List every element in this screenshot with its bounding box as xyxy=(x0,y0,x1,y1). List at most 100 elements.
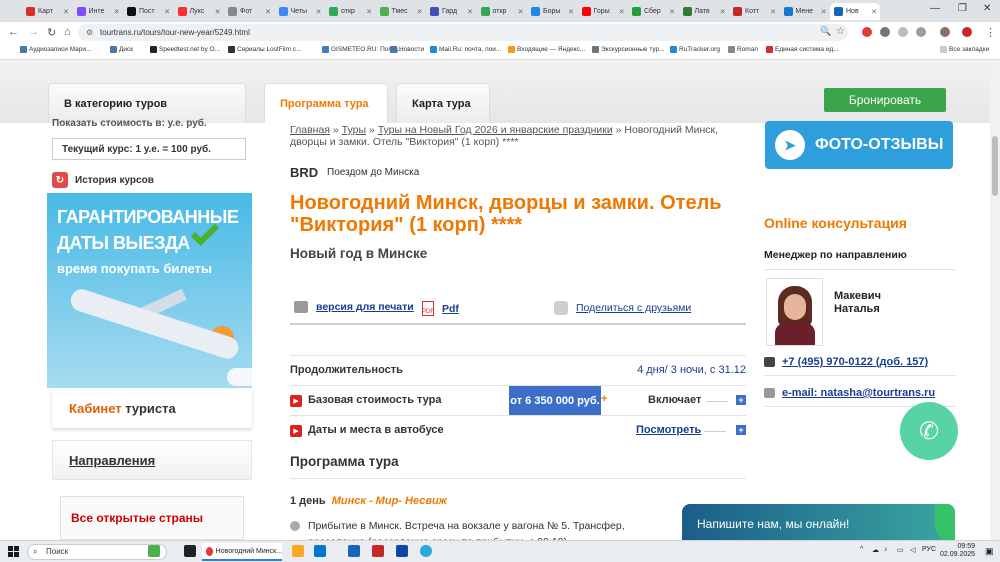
currency-switch[interactable]: Показать стоимость в: у.е. руб. xyxy=(52,118,207,129)
browser-tab[interactable]: откр ✕ xyxy=(477,3,527,20)
browser-tab[interactable]: Тмес ✕ xyxy=(376,3,426,20)
chat-widget[interactable]: Напишите нам, мы онлайн! xyxy=(682,504,955,540)
taskbar-chrome-app[interactable]: Новогодний Минск... xyxy=(202,543,282,561)
home-icon[interactable]: ⌂ xyxy=(64,26,71,38)
bookmark-item[interactable]: Единая система ид... xyxy=(766,46,839,53)
network-icon[interactable]: ☁ xyxy=(872,546,879,554)
call-button[interactable]: ✆ xyxy=(900,402,958,460)
photo-reviews-banner[interactable]: ➤ ФОТО-ОТЗЫВЫ xyxy=(765,121,953,169)
bookmark-item[interactable]: Speedtest.net by O... xyxy=(150,46,220,53)
bookmark-item[interactable]: Сериалы LostFilm с... xyxy=(228,46,301,53)
close-tab-icon[interactable]: ✕ xyxy=(518,8,524,16)
browser-tab[interactable]: Карт ✕ xyxy=(22,3,72,20)
url-field[interactable]: ⚙ tourtrans.ru/tours/tour-new-year/5249.… xyxy=(78,24,848,41)
breadcrumb-category[interactable]: Туры на Новый Год 2026 и январские празд… xyxy=(378,124,613,136)
print-version[interactable]: версия для печати xyxy=(294,301,414,313)
word-icon[interactable] xyxy=(348,545,360,557)
speaker-icon[interactable]: ◁ xyxy=(910,546,915,554)
view-dates-link[interactable]: Посмотреть xyxy=(636,424,701,436)
expand-included-icon[interactable]: + xyxy=(736,395,746,405)
pdf-link[interactable]: PDF Pdf xyxy=(422,301,459,316)
profile-avatar[interactable] xyxy=(962,27,972,37)
breadcrumb-tours[interactable]: Туры xyxy=(342,124,366,136)
bookmark-item[interactable]: Экскурсионные тур... xyxy=(592,46,665,53)
site-info-icon[interactable]: ⚙ xyxy=(86,24,93,41)
close-tab-icon[interactable]: ✕ xyxy=(366,8,372,16)
tab-program[interactable]: Программа тура xyxy=(264,83,388,123)
extension-icon[interactable] xyxy=(880,27,890,37)
directions-link[interactable]: Направления xyxy=(52,440,252,480)
breadcrumb-home[interactable]: Главная xyxy=(290,124,330,136)
browser-tab[interactable]: Котт ✕ xyxy=(729,3,779,20)
telegram-icon[interactable] xyxy=(420,545,432,557)
extension-icon[interactable] xyxy=(940,27,950,37)
extension-icon[interactable] xyxy=(916,27,926,37)
bookmark-item[interactable]: Новости xyxy=(390,46,424,53)
bookmark-item[interactable]: Roman xyxy=(728,46,758,53)
included-link[interactable]: Включает xyxy=(648,394,701,406)
volume-icon[interactable]: ♪ xyxy=(884,546,888,553)
close-tab-icon[interactable]: ✕ xyxy=(619,8,625,16)
clock[interactable]: 09:59 02.09.2025 xyxy=(940,543,975,559)
reload-icon[interactable]: ↻ xyxy=(47,26,56,39)
bookmark-item[interactable]: Входящие — Яндекс... xyxy=(508,46,585,53)
scrollbar-thumb[interactable] xyxy=(992,136,998,196)
weather-icon[interactable] xyxy=(148,545,160,557)
extension-icon[interactable] xyxy=(898,27,908,37)
bookmark-item[interactable]: Аудиозаписи Мари... xyxy=(20,46,91,53)
browser-tab[interactable]: Нов ✕ xyxy=(830,3,880,20)
bookmark-star-icon[interactable]: ☆ xyxy=(836,26,845,37)
close-tab-icon[interactable]: ✕ xyxy=(720,8,726,16)
browser-tab[interactable]: Фот ✕ xyxy=(224,3,274,20)
browser-tab[interactable]: Мене ✕ xyxy=(780,3,830,20)
browser-tab[interactable]: Латв ✕ xyxy=(679,3,729,20)
zoom-icon[interactable]: 🔍 xyxy=(820,26,831,37)
bookmark-item[interactable]: RuTracker.org xyxy=(670,46,720,53)
bookmark-item[interactable]: Mail.Ru: почта, пои... xyxy=(430,46,501,53)
browser-tab[interactable]: Лукс ✕ xyxy=(174,3,224,20)
close-tab-icon[interactable]: ✕ xyxy=(417,8,423,16)
task-view-icon[interactable] xyxy=(184,545,196,557)
close-tab-icon[interactable]: ✕ xyxy=(265,8,271,16)
close-tab-icon[interactable]: ✕ xyxy=(871,8,877,16)
tray-chevron-icon[interactable]: ^ xyxy=(860,546,863,553)
browser-tab[interactable]: Инте ✕ xyxy=(73,3,123,20)
page-scrollbar[interactable] xyxy=(990,60,1000,540)
close-tab-icon[interactable]: ✕ xyxy=(467,8,473,16)
tourist-cabinet[interactable]: Кабинет туриста xyxy=(52,388,252,428)
taskbar-search[interactable]: ⌕ Поиск xyxy=(27,544,167,560)
back-icon[interactable]: ← xyxy=(8,26,19,38)
close-tab-icon[interactable]: ✕ xyxy=(770,8,776,16)
pdf-app-icon[interactable] xyxy=(372,545,384,557)
explorer-icon[interactable] xyxy=(292,545,304,557)
close-tab-icon[interactable]: ✕ xyxy=(215,8,221,16)
guaranteed-dates-banner[interactable]: ГАРАНТИРОВАННЫЕ ДАТЫ ВЫЕЗДА время покупа… xyxy=(47,193,252,388)
browser-tab[interactable]: откр ✕ xyxy=(325,3,375,20)
bookmark-item[interactable]: Диск xyxy=(110,46,133,53)
extension-icon[interactable] xyxy=(862,27,872,37)
rate-history-link[interactable]: ↻ История курсов xyxy=(52,172,154,188)
close-tab-icon[interactable]: ✕ xyxy=(568,8,574,16)
browser-tab[interactable]: Пост ✕ xyxy=(123,3,173,20)
edge-icon[interactable] xyxy=(314,545,326,557)
close-tab-icon[interactable]: ✕ xyxy=(669,8,675,16)
close-tab-icon[interactable]: ✕ xyxy=(316,8,322,16)
close-tab-icon[interactable]: ✕ xyxy=(63,8,69,16)
share-link[interactable]: Поделиться с друзьями xyxy=(554,301,691,315)
browser-tab[interactable]: Боры ✕ xyxy=(527,3,577,20)
tab-map[interactable]: Карта тура xyxy=(396,83,490,123)
keyboard-language[interactable]: РУС xyxy=(922,546,936,553)
windows-start-icon[interactable] xyxy=(8,546,19,557)
app-icon[interactable] xyxy=(396,545,408,557)
phone-link[interactable]: +7 (495) 970-0122 (доб. 157) xyxy=(764,356,956,376)
tab-category[interactable]: В категорию туров xyxy=(48,83,246,123)
battery-icon[interactable]: ▭ xyxy=(897,546,904,554)
forward-icon[interactable]: → xyxy=(28,26,39,38)
all-bookmarks[interactable]: Все закладки xyxy=(940,46,989,53)
close-window-icon[interactable]: ✕ xyxy=(983,3,991,14)
book-button[interactable]: Бронировать xyxy=(824,88,946,112)
browser-tab[interactable]: Сбер ✕ xyxy=(628,3,678,20)
close-tab-icon[interactable]: ✕ xyxy=(114,8,120,16)
close-tab-icon[interactable]: ✕ xyxy=(821,8,827,16)
all-countries-link[interactable]: Все открытые страны xyxy=(60,496,244,540)
